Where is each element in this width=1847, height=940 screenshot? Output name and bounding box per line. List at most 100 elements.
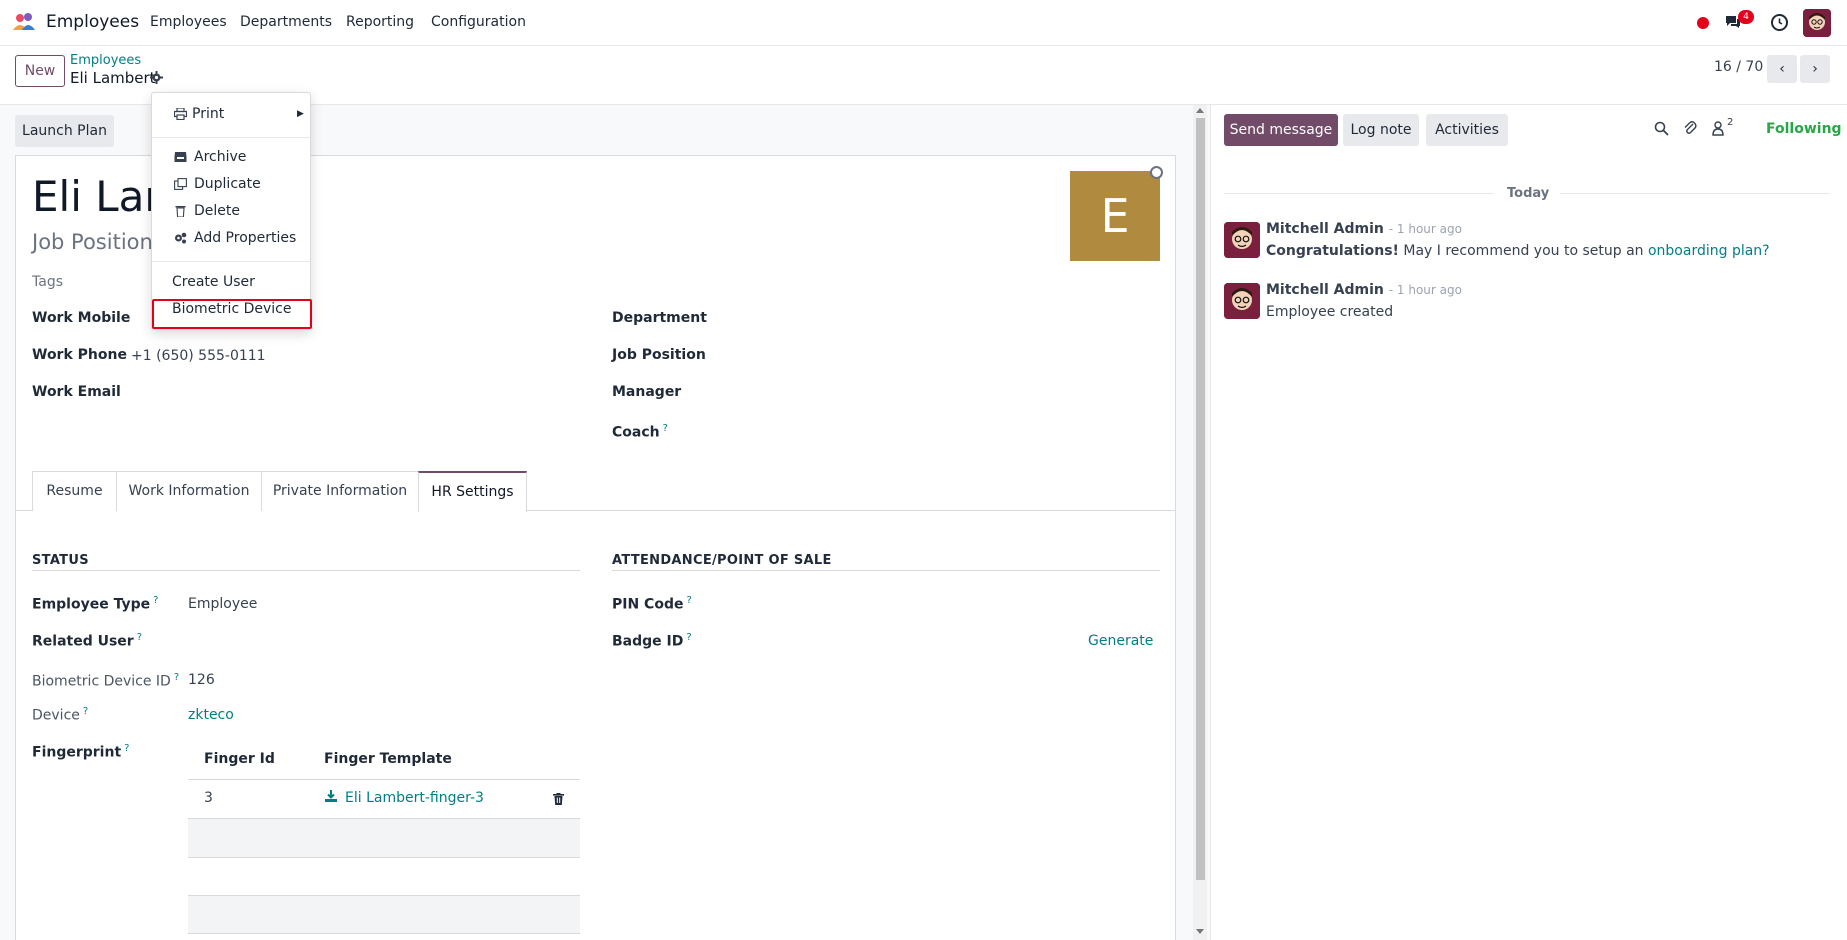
finger-template-column-header[interactable]: Finger Template: [324, 751, 452, 767]
table-empty-row: [188, 819, 580, 857]
tab-work-information[interactable]: Work Information: [116, 471, 262, 511]
followers-icon[interactable]: [1712, 121, 1724, 136]
help-icon[interactable]: ?: [83, 706, 88, 717]
status-section-title: STATUS: [32, 553, 89, 568]
menu-reporting[interactable]: Reporting: [346, 14, 414, 30]
message-author[interactable]: Mitchell Admin - 1 hour ago: [1266, 221, 1462, 237]
author-avatar[interactable]: [1224, 222, 1260, 258]
recording-indicator-icon[interactable]: [1697, 17, 1709, 29]
tab-private-information[interactable]: Private Information: [261, 471, 419, 511]
pager-previous-button[interactable]: ‹: [1767, 55, 1797, 83]
message-body: Employee created: [1266, 304, 1394, 320]
help-icon[interactable]: ?: [663, 423, 668, 434]
date-divider: [1560, 193, 1830, 194]
trash-icon: [175, 206, 186, 217]
trash-icon[interactable]: [553, 793, 564, 805]
work-phone-value[interactable]: +1 (650) 555-0111: [131, 348, 266, 364]
help-icon[interactable]: ?: [174, 672, 179, 683]
author-avatar[interactable]: [1224, 283, 1260, 319]
work-mobile-label: Work Mobile: [32, 310, 131, 326]
chatter-divider: [1210, 105, 1211, 940]
table-divider: [188, 933, 580, 934]
new-button[interactable]: New: [15, 55, 65, 87]
scroll-down-icon[interactable]: [1196, 929, 1204, 934]
finger-template-link[interactable]: Eli Lambert-finger-3: [345, 790, 484, 806]
work-phone-label: Work Phone: [32, 347, 127, 363]
section-divider: [612, 570, 1160, 571]
cogs-icon: [175, 232, 187, 244]
menu-separator: [152, 261, 310, 262]
message-author[interactable]: Mitchell Admin - 1 hour ago: [1266, 282, 1462, 298]
breadcrumb-current: Eli Lambert: [70, 69, 156, 87]
employee-avatar[interactable]: E: [1070, 171, 1160, 261]
menu-item-add-properties[interactable]: Add Properties: [152, 226, 310, 250]
send-message-button[interactable]: Send message: [1224, 114, 1338, 146]
tab-hr-settings[interactable]: HR Settings: [418, 471, 527, 512]
top-navbar: Employees Employees Departments Reportin…: [0, 0, 1847, 46]
following-button[interactable]: Following: [1766, 121, 1842, 137]
activity-clock-icon[interactable]: [1771, 14, 1788, 31]
presence-status-icon: [1150, 166, 1163, 179]
archive-icon: [174, 152, 187, 162]
chevron-right-icon: ›: [1812, 61, 1818, 77]
help-icon[interactable]: ?: [686, 595, 691, 606]
printer-icon: [174, 108, 187, 120]
job-position-label: Job Position: [612, 347, 706, 363]
menu-employees[interactable]: Employees: [150, 14, 227, 30]
badge-id-label: Badge ID?: [612, 632, 692, 650]
finger-id-column-header[interactable]: Finger Id: [204, 751, 275, 767]
scroll-up-icon[interactable]: [1196, 108, 1204, 113]
related-user-label: Related User?: [32, 632, 143, 650]
highlight-box: [152, 299, 312, 329]
gear-icon[interactable]: [150, 71, 163, 84]
caret-right-icon: ▶: [297, 109, 304, 119]
menu-item-archive[interactable]: Archive: [152, 145, 310, 169]
employees-app-icon[interactable]: [12, 12, 36, 32]
finger-id-cell: 3: [204, 790, 213, 806]
employee-type-value[interactable]: Employee: [188, 596, 257, 612]
scrollbar-thumb[interactable]: [1196, 118, 1205, 880]
job-position-field[interactable]: Job Position: [32, 230, 153, 254]
help-icon[interactable]: ?: [686, 632, 691, 643]
menu-item-duplicate[interactable]: Duplicate: [152, 172, 310, 196]
download-icon[interactable]: [325, 790, 337, 803]
launch-plan-button[interactable]: Launch Plan: [15, 115, 114, 147]
paperclip-icon[interactable]: [1683, 120, 1697, 136]
biometric-device-id-label: Biometric Device ID?: [32, 672, 180, 690]
department-label: Department: [612, 310, 707, 326]
message-time: - 1 hour ago: [1388, 283, 1462, 297]
pager-counter[interactable]: 16 / 70: [1714, 59, 1763, 75]
menu-departments[interactable]: Departments: [240, 14, 332, 30]
breadcrumb-employees[interactable]: Employees: [70, 53, 141, 68]
followers-count[interactable]: 2: [1727, 117, 1733, 128]
search-icon[interactable]: [1654, 121, 1669, 136]
date-separator: Today: [1507, 186, 1550, 201]
manager-label: Manager: [612, 384, 682, 400]
menu-item-create-user[interactable]: Create User: [152, 270, 310, 294]
messages-badge: 4: [1738, 10, 1754, 24]
employee-type-label: Employee Type?: [32, 595, 159, 613]
device-link[interactable]: zkteco: [188, 707, 234, 723]
help-icon[interactable]: ?: [153, 595, 158, 606]
tags-field[interactable]: Tags: [32, 274, 63, 290]
chevron-left-icon: ‹: [1779, 61, 1785, 77]
tab-resume[interactable]: Resume: [32, 471, 117, 511]
menu-configuration[interactable]: Configuration: [431, 14, 526, 30]
table-divider: [188, 857, 580, 858]
pager-next-button[interactable]: ›: [1800, 55, 1830, 83]
help-icon[interactable]: ?: [124, 743, 129, 754]
biometric-device-id-value[interactable]: 126: [188, 672, 215, 688]
user-avatar[interactable]: [1803, 9, 1831, 37]
message-time: - 1 hour ago: [1388, 222, 1462, 236]
log-note-button[interactable]: Log note: [1343, 114, 1419, 146]
activities-button[interactable]: Activities: [1426, 114, 1508, 146]
table-empty-row: [188, 896, 580, 933]
menu-item-delete[interactable]: Delete: [152, 199, 310, 223]
message-body: Congratulations! May I recommend you to …: [1266, 243, 1770, 259]
onboarding-plan-link[interactable]: onboarding plan?: [1648, 243, 1770, 259]
app-name[interactable]: Employees: [46, 12, 139, 32]
help-icon[interactable]: ?: [137, 632, 142, 643]
menu-item-print[interactable]: Print ▶: [152, 102, 310, 126]
work-email-label: Work Email: [32, 384, 121, 400]
generate-badge-button[interactable]: Generate: [1088, 633, 1153, 649]
